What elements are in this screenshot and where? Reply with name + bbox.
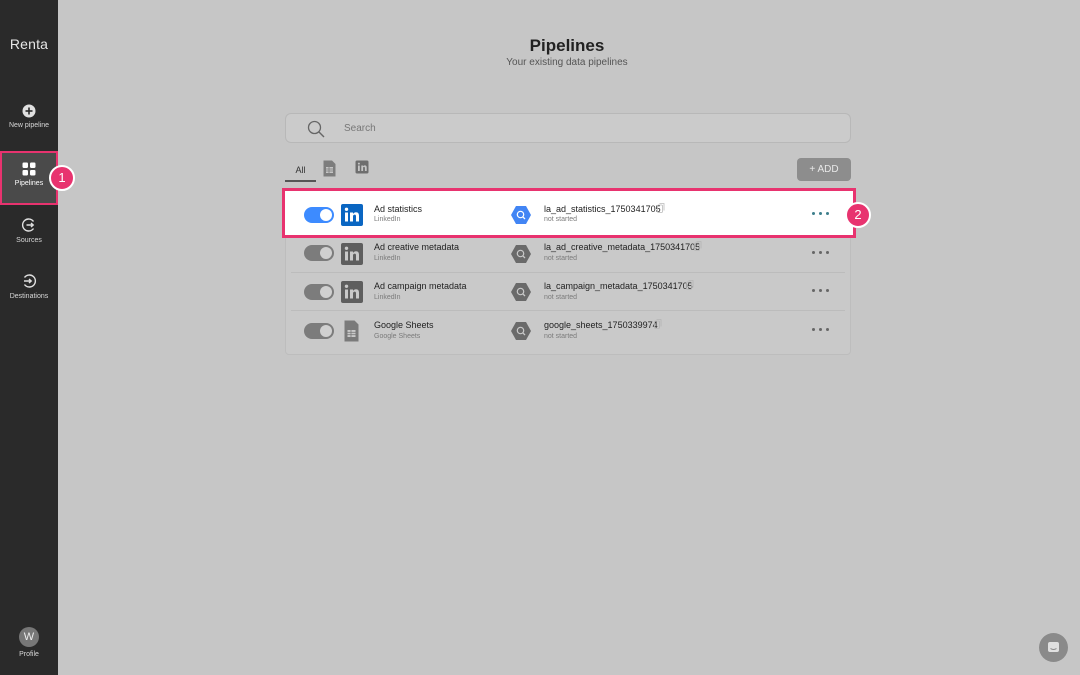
bigquery-icon <box>511 322 531 340</box>
source-type: LinkedIn <box>374 255 401 262</box>
source-name: Google Sheets <box>374 320 434 330</box>
pipeline-enabled-toggle[interactable] <box>304 284 334 300</box>
pipeline-status: not started <box>544 216 578 223</box>
sidebar-item-new-pipeline[interactable]: New pipeline <box>0 104 58 144</box>
toggle-knob <box>320 325 332 337</box>
dot <box>812 212 815 215</box>
copy-icon[interactable] <box>686 280 694 290</box>
destination-arrow-icon <box>23 274 36 288</box>
source-name: Ad statistics <box>374 204 423 214</box>
google-sheets-icon <box>323 160 336 177</box>
bigquery-icon <box>511 283 531 301</box>
pipeline-enabled-toggle[interactable] <box>304 323 334 339</box>
pipeline-enabled-toggle[interactable] <box>304 207 334 223</box>
sidebar: Renta New pipeline Pipelines Sources Des… <box>0 0 58 675</box>
dot <box>812 251 815 254</box>
more-options-button[interactable] <box>811 286 831 296</box>
destination-name: la_campaign_metadata_1750341705 <box>544 281 693 291</box>
linkedin-icon <box>341 243 363 265</box>
linkedin-icon <box>341 204 363 226</box>
more-options-button[interactable] <box>811 209 831 219</box>
dot <box>819 289 822 292</box>
copy-icon[interactable] <box>654 319 662 329</box>
copy-icon[interactable] <box>694 241 702 251</box>
source-type: LinkedIn <box>374 294 401 301</box>
toggle-knob <box>320 209 332 221</box>
dot <box>812 328 815 331</box>
dot <box>819 328 822 331</box>
dot <box>819 251 822 254</box>
plus-circle-icon <box>22 104 36 118</box>
pipeline-status: not started <box>544 294 578 301</box>
pipeline-row[interactable]: Ad campaign metadata LinkedIn la_campaig… <box>285 273 851 311</box>
source-type: LinkedIn <box>374 216 401 223</box>
page-title: Pipelines <box>529 36 605 55</box>
dot <box>819 212 822 215</box>
destination-name: la_ad_statistics_1750341705 <box>544 204 661 214</box>
destination-name: la_ad_creative_metadata_1750341705 <box>544 242 701 252</box>
sidebar-item-label: Sources <box>16 237 42 244</box>
search-bar[interactable] <box>285 113 851 143</box>
chat-icon <box>1048 642 1059 652</box>
sidebar-item-label: New pipeline <box>8 122 50 129</box>
dot <box>826 289 829 292</box>
toggle-knob <box>320 286 332 298</box>
pipeline-row[interactable]: Ad statistics LinkedIn la_ad_statistics_… <box>282 188 856 238</box>
bigquery-icon <box>511 245 531 263</box>
dot <box>826 328 829 331</box>
step-badge-2: 2 <box>845 202 871 228</box>
source-type: Google Sheets <box>374 333 421 340</box>
add-pipeline-button[interactable]: + ADD <box>797 158 851 181</box>
bigquery-icon <box>511 206 531 224</box>
page-subtitle: Your existing data pipelines <box>506 57 628 68</box>
step-badge-1: 1 <box>49 165 75 191</box>
pipeline-status: not started <box>544 255 578 262</box>
toggle-knob <box>320 247 332 259</box>
tab-all[interactable]: All <box>285 158 316 182</box>
pipeline-status: not started <box>544 333 578 340</box>
tab-google-sheets[interactable] <box>323 158 339 182</box>
chat-support-button[interactable] <box>1039 633 1068 662</box>
more-options-button[interactable] <box>811 325 831 335</box>
sidebar-item-label: Destinations <box>9 293 49 300</box>
profile-label: Profile <box>19 651 39 658</box>
linkedin-icon <box>341 281 363 303</box>
search-input[interactable] <box>344 120 824 137</box>
pipeline-row[interactable]: Ad creative metadata LinkedIn la_ad_crea… <box>285 235 851 273</box>
copy-icon[interactable] <box>657 203 665 213</box>
google-sheets-icon <box>344 320 359 342</box>
search-icon <box>307 120 325 138</box>
dot <box>812 289 815 292</box>
source-name: Ad creative metadata <box>374 242 460 252</box>
sidebar-item-destinations[interactable]: Destinations <box>0 273 58 313</box>
dot <box>826 251 829 254</box>
destination-name: google_sheets_1750339974 <box>544 320 658 330</box>
pipeline-enabled-toggle[interactable] <box>304 245 334 261</box>
source-name: Ad campaign metadata <box>374 281 467 291</box>
sidebar-item-sources[interactable]: Sources <box>0 217 58 257</box>
pipeline-row[interactable]: Google Sheets Google Sheets google_sheet… <box>285 312 851 350</box>
source-arrow-icon <box>22 218 35 232</box>
more-options-button[interactable] <box>811 248 831 258</box>
profile-menu[interactable]: W Profile <box>0 627 58 658</box>
linkedin-icon <box>355 160 369 174</box>
row-divider <box>291 310 845 311</box>
dot <box>826 212 829 215</box>
avatar[interactable]: W <box>19 627 39 647</box>
sidebar-item-label: Pipelines <box>14 180 44 187</box>
tab-linkedin[interactable] <box>355 158 371 182</box>
grid-icon <box>22 162 36 176</box>
